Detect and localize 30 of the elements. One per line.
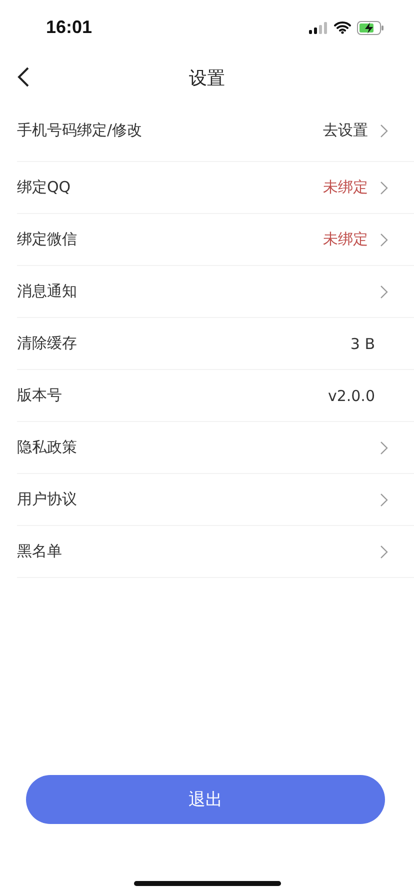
row-label: 手机号码绑定/修改 [17, 121, 144, 140]
settings-row[interactable]: 绑定QQ 未绑定 [17, 162, 414, 214]
row-label: 黑名单 [17, 542, 63, 561]
wifi-icon [334, 21, 351, 34]
row-label: 版本号 [17, 386, 63, 405]
settings-row[interactable]: 清除缓存 3 B [17, 318, 414, 370]
row-value: v2.0.0 [328, 386, 375, 404]
settings-row[interactable]: 消息通知 [17, 266, 414, 318]
page-title: 设置 [189, 66, 225, 90]
logout-button[interactable]: 退出 [26, 775, 385, 824]
signal-icon [309, 22, 328, 34]
row-label: 清除缓存 [17, 334, 78, 353]
back-icon[interactable] [17, 67, 29, 87]
settings-row[interactable]: 手机号码绑定/修改 去设置 [17, 100, 414, 162]
row-value: 去设置 [323, 121, 368, 140]
settings-row[interactable]: 绑定微信 未绑定 [17, 214, 414, 266]
settings-row[interactable]: 用户协议 [17, 474, 414, 526]
row-label: 绑定微信 [17, 230, 78, 249]
row-label: 消息通知 [17, 282, 78, 301]
battery-charging-icon [357, 20, 384, 34]
row-value: 未绑定 [323, 230, 368, 249]
row-label: 隐私政策 [17, 438, 78, 457]
row-value: 未绑定 [323, 178, 368, 197]
row-value: 3 B [350, 334, 375, 352]
status-time: 16:01 [46, 17, 92, 38]
settings-row[interactable]: 版本号 v2.0.0 [17, 370, 414, 422]
settings-row[interactable]: 隐私政策 [17, 422, 414, 474]
row-label: 用户协议 [17, 490, 78, 509]
row-label: 绑定QQ [17, 178, 72, 197]
settings-row[interactable]: 黑名单 [17, 526, 414, 578]
